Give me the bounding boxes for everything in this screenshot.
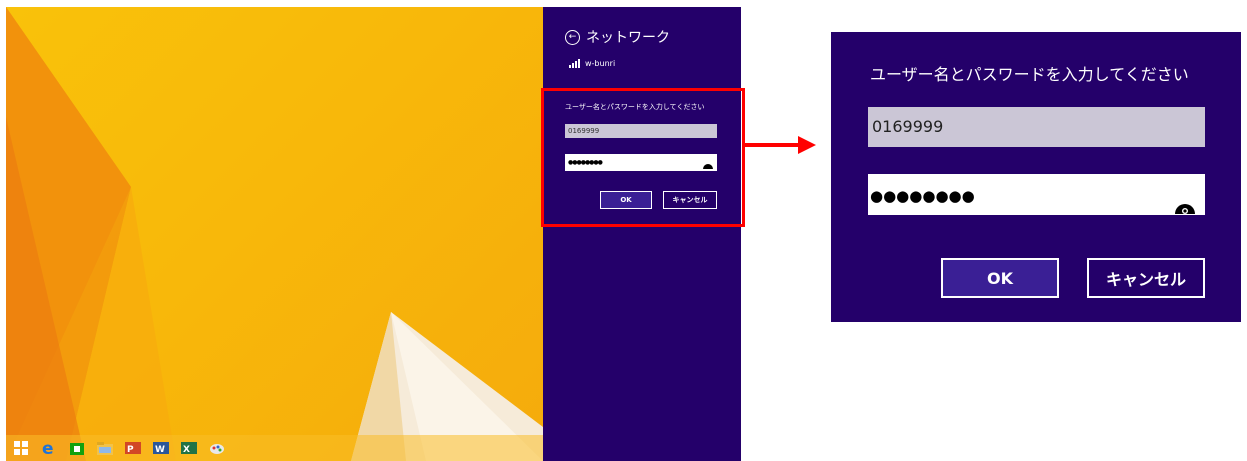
network-entry[interactable]: w-bunri <box>569 59 615 68</box>
desktop-background: e P W X <box>6 7 543 461</box>
callout-arrow <box>744 143 800 147</box>
zoomed-credentials-dialog: ユーザー名とパスワードを入力してください 0169999 ●●●●●●●● OK… <box>831 32 1241 322</box>
svg-text:W: W <box>155 445 165 455</box>
svg-text:X: X <box>183 445 190 455</box>
svg-text:P: P <box>127 445 134 455</box>
zoomed-cancel-button[interactable]: キャンセル <box>1087 258 1205 298</box>
zoomed-ok-button[interactable]: OK <box>941 258 1059 298</box>
windows-start-icon[interactable] <box>10 438 32 458</box>
zoomed-reveal-password-eye-icon[interactable] <box>1175 187 1195 228</box>
powerpoint-icon[interactable]: P <box>122 438 144 458</box>
network-ssid: w-bunri <box>585 59 616 68</box>
paint-icon[interactable] <box>206 438 228 458</box>
network-back-header[interactable]: ← ネットワーク <box>565 27 670 47</box>
network-charm-panel: ← ネットワーク w-bunri ユーザー名とパスワードを入力してください 01… <box>543 7 741 461</box>
svg-text:e: e <box>42 439 54 457</box>
network-title: ネットワーク <box>586 30 670 46</box>
file-explorer-icon[interactable] <box>94 438 116 458</box>
word-icon[interactable]: W <box>150 438 172 458</box>
wifi-signal-icon <box>569 59 580 68</box>
zoomed-password-field[interactable]: ●●●●●●●● <box>868 174 1205 215</box>
zoomed-username-field[interactable]: 0169999 <box>868 107 1205 147</box>
callout-arrow-head <box>798 136 816 154</box>
internet-explorer-icon[interactable]: e <box>38 438 60 458</box>
excel-icon[interactable]: X <box>178 438 200 458</box>
zoomed-credentials-prompt: ユーザー名とパスワードを入力してください <box>870 65 1189 84</box>
highlight-box <box>541 88 745 227</box>
taskbar: e P W X <box>6 435 543 461</box>
back-arrow-icon[interactable]: ← <box>565 29 580 45</box>
wallpaper-graphic <box>6 7 543 461</box>
store-icon[interactable] <box>66 438 88 458</box>
zoomed-password-value: ●●●●●●●● <box>870 187 975 205</box>
